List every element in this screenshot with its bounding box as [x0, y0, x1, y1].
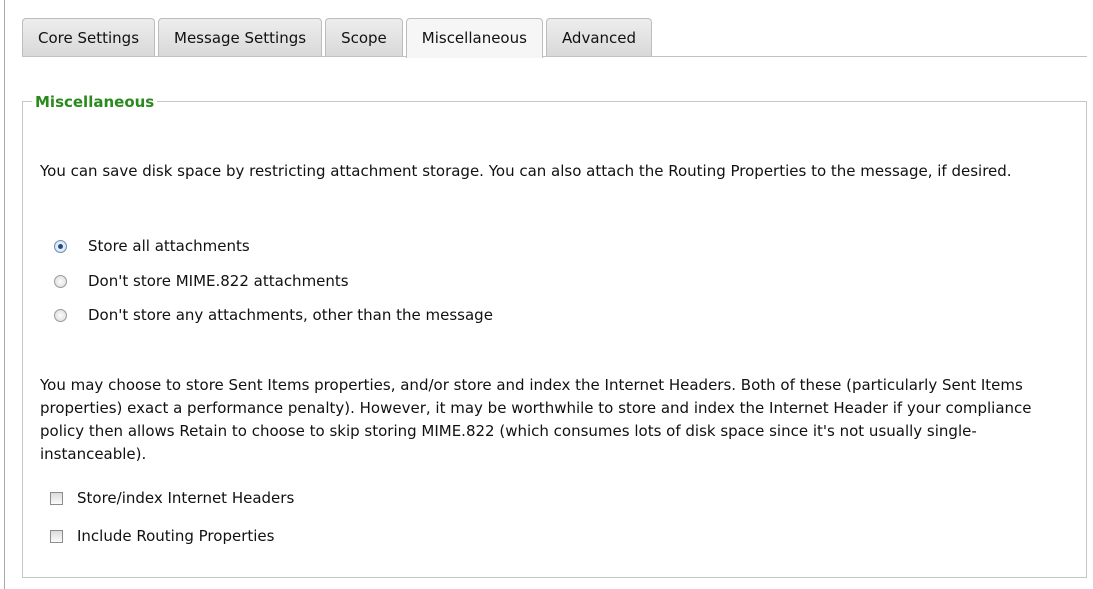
checkbox-internet-headers[interactable] [50, 491, 63, 505]
tab-bar: Core Settings Message Settings Scope Mis… [22, 18, 655, 58]
tab-advanced[interactable]: Advanced [545, 18, 653, 56]
left-border-line [4, 0, 5, 589]
radio-button-no-attachments[interactable] [54, 308, 67, 322]
intro-text: You can save disk space by restricting a… [40, 162, 1012, 180]
checkbox-option-internet-headers[interactable]: Store/index Internet Headers [50, 486, 294, 510]
radio-label: Don't store MIME.822 attachments [88, 272, 349, 290]
radio-option-no-mime[interactable]: Don't store MIME.822 attachments [54, 269, 349, 293]
tab-core-settings[interactable]: Core Settings [22, 18, 156, 56]
checkbox-label: Store/index Internet Headers [77, 489, 295, 507]
checkbox-option-routing-properties[interactable]: Include Routing Properties [50, 524, 274, 548]
tab-scope[interactable]: Scope [325, 18, 403, 56]
tab-miscellaneous[interactable]: Miscellaneous [405, 18, 543, 58]
headers-description: You may choose to store Sent Items prope… [40, 376, 1032, 463]
radio-label: Store all attachments [88, 237, 250, 255]
radio-button-no-mime[interactable] [54, 274, 67, 288]
tab-divider [22, 56, 1087, 57]
radio-button-store-all[interactable] [54, 239, 67, 253]
radio-option-no-attachments[interactable]: Don't store any attachments, other than … [54, 303, 493, 327]
checkbox-label: Include Routing Properties [77, 527, 275, 545]
checkbox-routing-properties[interactable] [50, 529, 63, 543]
fieldset-legend: Miscellaneous [32, 92, 158, 112]
radio-option-store-all[interactable]: Store all attachments [54, 234, 250, 258]
tab-message-settings[interactable]: Message Settings [158, 18, 323, 56]
radio-label: Don't store any attachments, other than … [88, 306, 493, 324]
